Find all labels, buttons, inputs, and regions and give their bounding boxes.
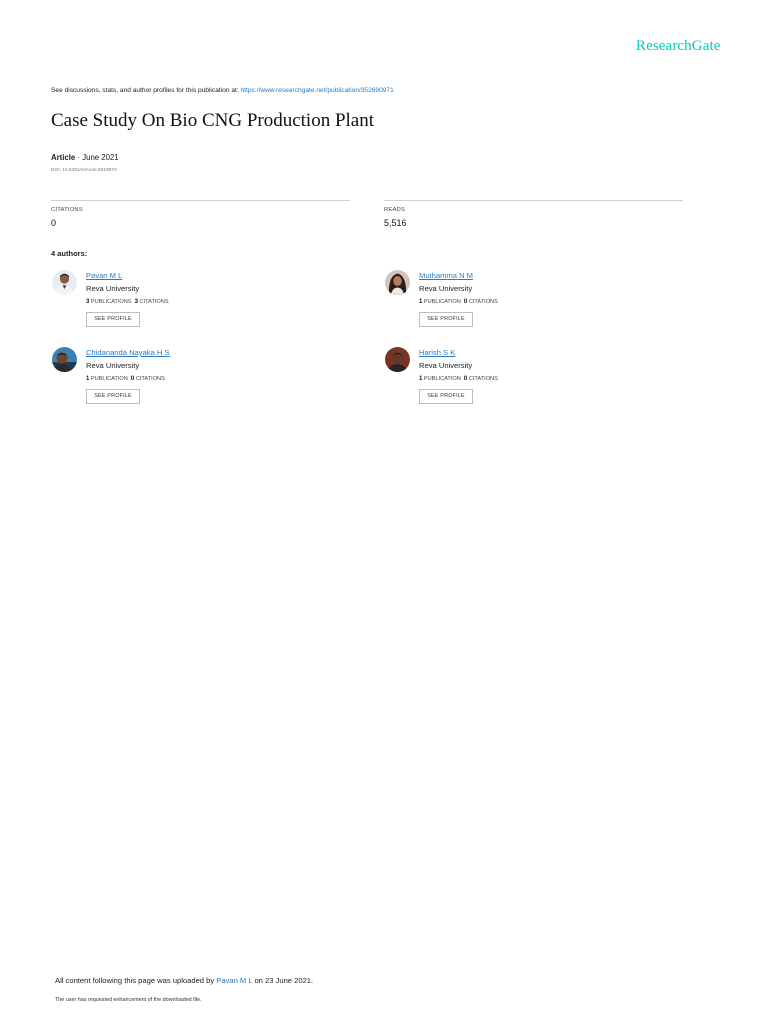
upload-date: on 23 June 2021. — [254, 976, 314, 985]
author-name-link[interactable]: Muthamma N M — [419, 271, 473, 280]
discussion-line: See discussions, stats, and author profi… — [51, 87, 394, 94]
author-name-link[interactable]: Chidananda Nayaka H S — [86, 348, 170, 357]
publication-count: 3 — [86, 299, 90, 305]
publication-count: 1 — [419, 299, 423, 305]
reads-label: READS — [384, 207, 405, 213]
citation-label: CITATIONS — [468, 376, 498, 382]
person-photo-icon[interactable] — [385, 347, 410, 372]
uploader-link[interactable]: Pavan M L — [216, 976, 252, 985]
citation-label: CITATIONS — [139, 299, 169, 305]
person-photo-icon[interactable] — [52, 347, 77, 372]
reads-divider — [384, 200, 683, 201]
see-profile-button[interactable]: SEE PROFILE — [86, 389, 140, 404]
article-meta: Article · June 2021 — [51, 153, 119, 162]
author-stats: 1 PUBLICATION 0 CITATIONS — [419, 299, 498, 305]
see-profile-button[interactable]: SEE PROFILE — [419, 312, 473, 327]
article-title: Case Study On Bio CNG Production Plant — [51, 110, 375, 131]
author-card: Chidananda Nayaka H S Reva University 1 … — [52, 347, 352, 409]
person-photo-icon[interactable] — [52, 270, 77, 295]
article-date: · June 2021 — [77, 153, 119, 162]
see-profile-button[interactable]: SEE PROFILE — [419, 389, 473, 404]
author-name-link[interactable]: Harish S K — [419, 348, 455, 357]
citation-count: 3 — [134, 299, 138, 305]
publication-count: 1 — [86, 376, 90, 382]
citation-label: CITATIONS — [468, 299, 498, 305]
article-doi: DOI: 10.5281/zenodo.5018970 — [51, 168, 117, 173]
publication-link[interactable]: https://www.researchgate.net/publication… — [241, 87, 394, 94]
citation-count: 0 — [463, 299, 468, 305]
author-card: Harish S K Reva University 1 PUBLICATION… — [385, 347, 685, 409]
see-profile-button[interactable]: SEE PROFILE — [86, 312, 140, 327]
publication-label: PUBLICATIONS — [90, 299, 132, 305]
citation-label: CITATIONS — [135, 376, 165, 382]
author-name-link[interactable]: Pavan M L — [86, 271, 122, 280]
citation-count: 0 — [130, 376, 135, 382]
enhancement-note: The user has requested enhancement of th… — [55, 997, 202, 1003]
author-stats: 3 PUBLICATIONS 3 CITATIONS — [86, 299, 169, 305]
article-type: Article — [51, 153, 76, 162]
citation-count: 0 — [463, 376, 468, 382]
citations-value: 0 — [51, 218, 57, 228]
author-stats: 1 PUBLICATION 0 CITATIONS — [419, 376, 498, 382]
discussion-prefix: See discussions, stats, and author profi… — [51, 87, 239, 94]
author-institution: Reva University — [86, 284, 140, 293]
upload-prefix: All content following this page was uplo… — [55, 976, 215, 985]
citations-label: CITATIONS — [51, 207, 83, 213]
publication-label: PUBLICATION — [423, 376, 461, 382]
person-photo-icon[interactable] — [385, 270, 410, 295]
researchgate-logo[interactable]: ResearchGate — [636, 38, 720, 55]
author-institution: Reva University — [419, 361, 473, 370]
author-card: Muthamma N M Reva University 1 PUBLICATI… — [385, 270, 685, 332]
author-institution: Reva University — [86, 361, 140, 370]
publication-count: 1 — [419, 376, 423, 382]
author-institution: Reva University — [419, 284, 473, 293]
author-stats: 1 PUBLICATION 0 CITATIONS — [86, 376, 165, 382]
authors-heading: 4 authors: — [51, 249, 88, 258]
publication-label: PUBLICATION — [423, 299, 461, 305]
author-card: Pavan M L Reva University 3 PUBLICATIONS… — [52, 270, 352, 332]
upload-notice: All content following this page was uplo… — [55, 976, 313, 985]
reads-value: 5,516 — [384, 218, 407, 228]
citations-divider — [51, 200, 350, 201]
publication-label: PUBLICATION — [90, 376, 128, 382]
